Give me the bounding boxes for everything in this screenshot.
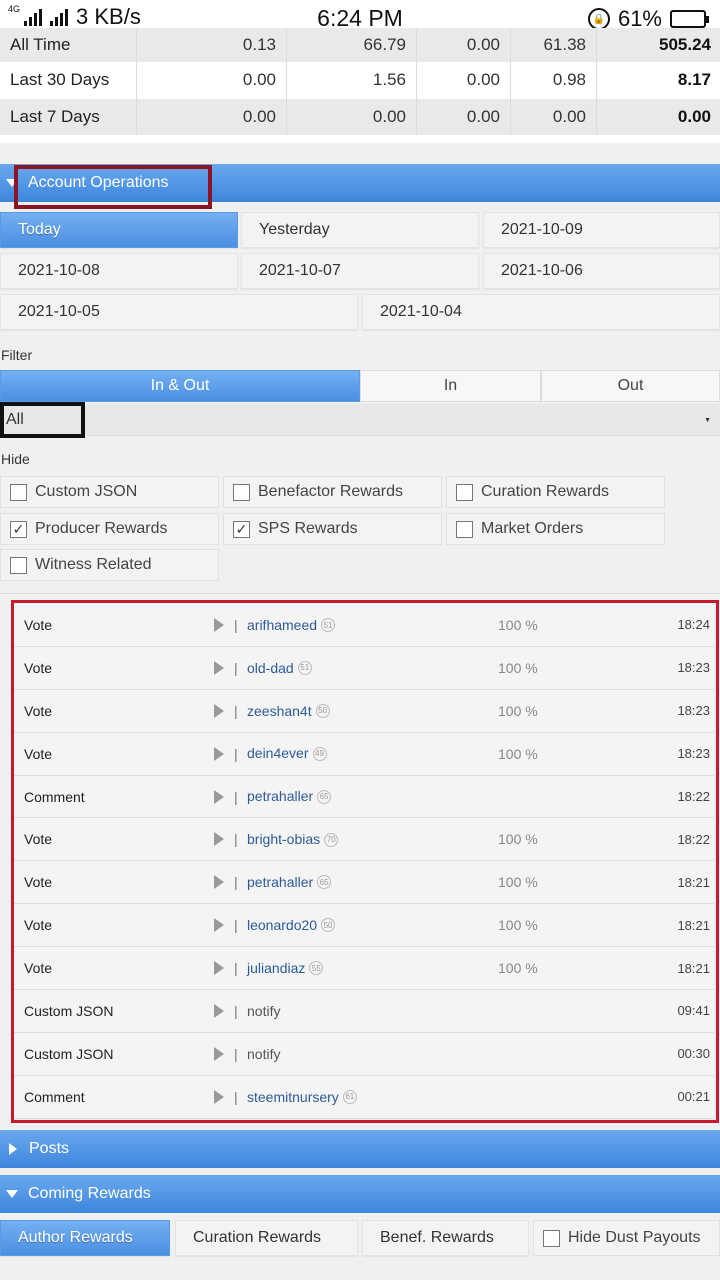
- hide-curation-rewards-checkbox[interactable]: Curation Rewards: [446, 476, 665, 508]
- tab-author-rewards[interactable]: Author Rewards: [0, 1220, 170, 1256]
- stats-cell-total: 505.24: [596, 28, 720, 62]
- stats-cell: 0.00: [136, 62, 286, 99]
- hide-dust-payouts-checkbox[interactable]: Hide Dust Payouts: [533, 1220, 720, 1256]
- checkbox-icon: [233, 483, 250, 501]
- checkbox-icon: [456, 483, 473, 501]
- date-button[interactable]: 2021-10-07: [241, 253, 479, 289]
- operation-type-select[interactable]: All ▼: [0, 404, 720, 436]
- checkbox-label: Curation Rewards: [481, 483, 610, 500]
- checkbox-label: Market Orders: [481, 520, 584, 537]
- checkbox-label: Producer Rewards: [35, 520, 168, 537]
- date-button[interactable]: 2021-10-08: [0, 253, 238, 289]
- date-button[interactable]: 2021-10-05: [0, 294, 358, 330]
- stats-cell-total: 0.00: [596, 98, 720, 135]
- coming-rewards-header[interactable]: Coming Rewards: [0, 1175, 720, 1213]
- tab-in-and-out[interactable]: In & Out: [0, 370, 360, 402]
- checkbox-label: Hide Dust Payouts: [568, 1229, 701, 1246]
- date-button[interactable]: 2021-10-04: [362, 294, 720, 330]
- divider: [0, 593, 720, 594]
- stats-cell: 0.13: [136, 28, 286, 62]
- stats-cell: 0.00: [416, 98, 510, 135]
- stats-row-label: Last 30 Days: [10, 70, 110, 90]
- date-yesterday-button[interactable]: Yesterday: [241, 212, 479, 248]
- stats-cell: 1.56: [286, 62, 416, 99]
- stats-row-label: All Time: [10, 35, 71, 54]
- checkbox-icon: [10, 483, 27, 501]
- stats-cell: 0.98: [510, 62, 596, 99]
- date-button[interactable]: 2021-10-09: [483, 212, 720, 248]
- tab-out[interactable]: Out: [541, 370, 720, 402]
- checkbox-label: Witness Related: [35, 556, 152, 573]
- battery-icon: [670, 10, 709, 28]
- posts-title: Posts: [29, 1140, 70, 1157]
- stats-table: All Time 0.13 66.79 0.00 61.38 505.24 La…: [0, 28, 720, 143]
- rotation-lock-icon: 🔒: [587, 8, 610, 30]
- checkbox-icon: [456, 520, 473, 538]
- hide-producer-rewards-checkbox[interactable]: ✓ Producer Rewards: [0, 513, 219, 545]
- stats-row: Last 7 Days 0.00 0.00 0.00 0.00 0.00: [0, 98, 720, 135]
- stats-cell: 0.00: [510, 98, 596, 135]
- stats-row-label: Last 7 Days: [10, 106, 100, 126]
- stats-row: Last 30 Days 0.00 1.56 0.00 0.98 8.17: [0, 62, 720, 99]
- tab-benef-rewards[interactable]: Benef. Rewards: [362, 1220, 529, 1256]
- checkbox-label: SPS Rewards: [258, 520, 358, 537]
- filter-label: Filter: [1, 347, 33, 363]
- stats-cell: 61.38: [510, 28, 596, 62]
- collapse-arrow-icon: [6, 1190, 18, 1198]
- hide-market-orders-checkbox[interactable]: Market Orders: [446, 513, 665, 545]
- posts-header[interactable]: Posts: [0, 1130, 720, 1168]
- stats-row: All Time 0.13 66.79 0.00 61.38 505.24: [0, 28, 720, 62]
- date-button[interactable]: 2021-10-06: [483, 253, 720, 289]
- hide-benefactor-rewards-checkbox[interactable]: Benefactor Rewards: [223, 476, 442, 508]
- hide-witness-related-checkbox[interactable]: Witness Related: [0, 549, 219, 581]
- expand-arrow-icon: [9, 1143, 17, 1155]
- stats-bottom-spacer: [0, 135, 720, 143]
- hide-label: Hide: [1, 451, 30, 467]
- stats-cell: 0.00: [416, 28, 510, 62]
- stats-cell: 66.79: [286, 28, 416, 62]
- stats-cell: 0.00: [416, 62, 510, 99]
- tab-curation-rewards[interactable]: Curation Rewards: [175, 1220, 358, 1256]
- checkbox-label: Custom JSON: [35, 483, 138, 500]
- stats-cell: 0.00: [286, 98, 416, 135]
- checkmark-icon: ✓: [10, 520, 27, 538]
- checkbox-label: Benefactor Rewards: [258, 483, 403, 500]
- chevron-down-icon: ▼: [704, 417, 711, 424]
- hide-sps-rewards-checkbox[interactable]: ✓ SPS Rewards: [223, 513, 442, 545]
- checkbox-icon: [543, 1229, 560, 1247]
- checkbox-icon: [10, 556, 27, 574]
- stats-cell-total: 8.17: [596, 62, 720, 99]
- checkmark-icon: ✓: [233, 520, 250, 538]
- operations-highlight-box: [11, 600, 719, 1123]
- date-today-button[interactable]: Today: [0, 212, 238, 248]
- select-highlight-box: [0, 402, 85, 438]
- hide-custom-json-checkbox[interactable]: Custom JSON: [0, 476, 219, 508]
- title-highlight-box: [14, 165, 212, 209]
- coming-rewards-title: Coming Rewards: [28, 1185, 151, 1202]
- tab-in[interactable]: In: [360, 370, 541, 402]
- stats-cell: 0.00: [136, 98, 286, 135]
